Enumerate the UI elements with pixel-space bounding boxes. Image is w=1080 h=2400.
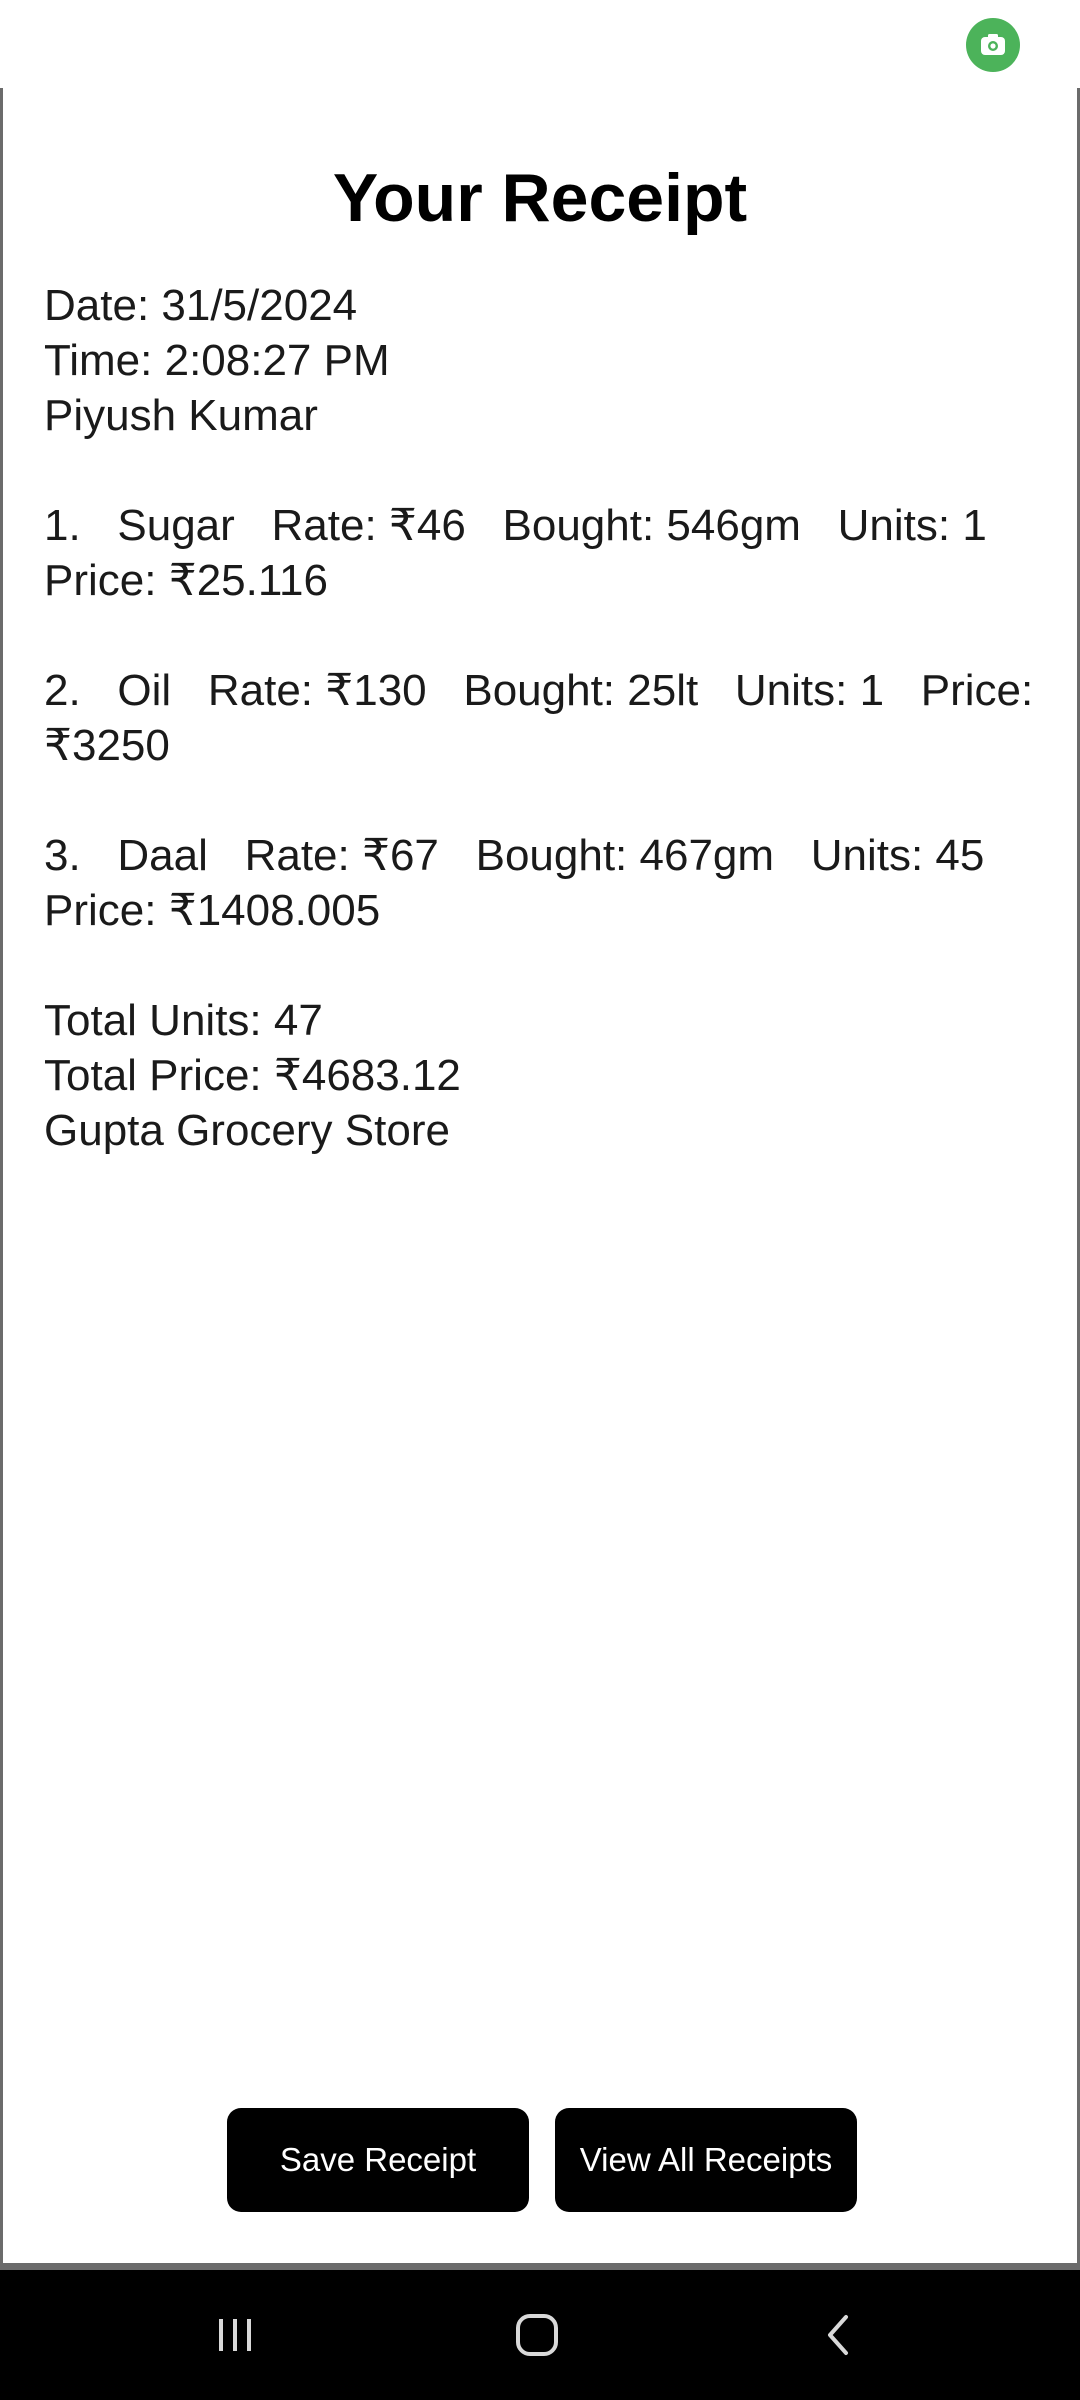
item-name: Oil bbox=[117, 666, 172, 715]
status-bar bbox=[0, 0, 1080, 88]
page-title: Your Receipt bbox=[332, 160, 748, 236]
receipt-screen: Your Receipt Date: 31/5/2024 Time: 2:08:… bbox=[0, 88, 1080, 2270]
item-price: Price: ₹25.116 bbox=[44, 556, 329, 605]
receipt-time: Time: 2:08:27 PM bbox=[44, 336, 390, 385]
save-receipt-button[interactable]: Save Receipt bbox=[227, 2108, 529, 2212]
item-rate: Rate: ₹46 bbox=[271, 501, 466, 550]
store-name: Gupta Grocery Store bbox=[44, 1106, 450, 1155]
back-icon[interactable] bbox=[800, 2300, 880, 2370]
item-number: 2. bbox=[44, 666, 81, 715]
item-number: 3. bbox=[44, 831, 81, 880]
receipt-details: Date: 31/5/2024 Time: 2:08:27 PM Piyush … bbox=[44, 278, 1044, 1158]
total-units: Total Units: 47 bbox=[44, 996, 323, 1045]
receipt-date: Date: 31/5/2024 bbox=[44, 281, 358, 330]
item-price-value: ₹3250 bbox=[44, 721, 170, 770]
item-bought: Bought: 546gm bbox=[502, 501, 801, 550]
item-price: Price: ₹1408.005 bbox=[44, 886, 381, 935]
item-units: Units: 1 bbox=[837, 501, 987, 550]
screen: Your Receipt Date: 31/5/2024 Time: 2:08:… bbox=[0, 0, 1080, 2400]
item-rate: Rate: ₹130 bbox=[207, 666, 427, 715]
view-all-receipts-button[interactable]: View All Receipts bbox=[555, 2108, 857, 2212]
item-price-label: Price: bbox=[920, 666, 1034, 715]
item-name: Sugar bbox=[117, 501, 235, 550]
system-navigation-bar bbox=[0, 2270, 1080, 2400]
camera-icon bbox=[966, 18, 1020, 72]
item-name: Daal bbox=[117, 831, 208, 880]
action-buttons: Save Receipt View All Receipts bbox=[3, 2108, 1077, 2212]
item-bought: Bought: 25lt bbox=[463, 666, 699, 715]
list-item: 3. Daal Rate: ₹67 Bought: 467gm Units: 4… bbox=[44, 828, 1044, 883]
item-units: Units: 45 bbox=[810, 831, 985, 880]
list-item: 1. Sugar Rate: ₹46 Bought: 546gm Units: … bbox=[44, 498, 1044, 553]
total-price: Total Price: ₹4683.12 bbox=[44, 1051, 461, 1100]
item-rate: Rate: ₹67 bbox=[244, 831, 439, 880]
item-number: 1. bbox=[44, 501, 81, 550]
item-bought: Bought: 467gm bbox=[475, 831, 775, 880]
list-item: 2. Oil Rate: ₹130 Bought: 25lt Units: 1 … bbox=[44, 663, 1044, 718]
home-icon[interactable] bbox=[497, 2300, 577, 2370]
customer-name: Piyush Kumar bbox=[44, 391, 318, 440]
item-units: Units: 1 bbox=[734, 666, 885, 715]
recents-icon[interactable] bbox=[195, 2300, 275, 2370]
